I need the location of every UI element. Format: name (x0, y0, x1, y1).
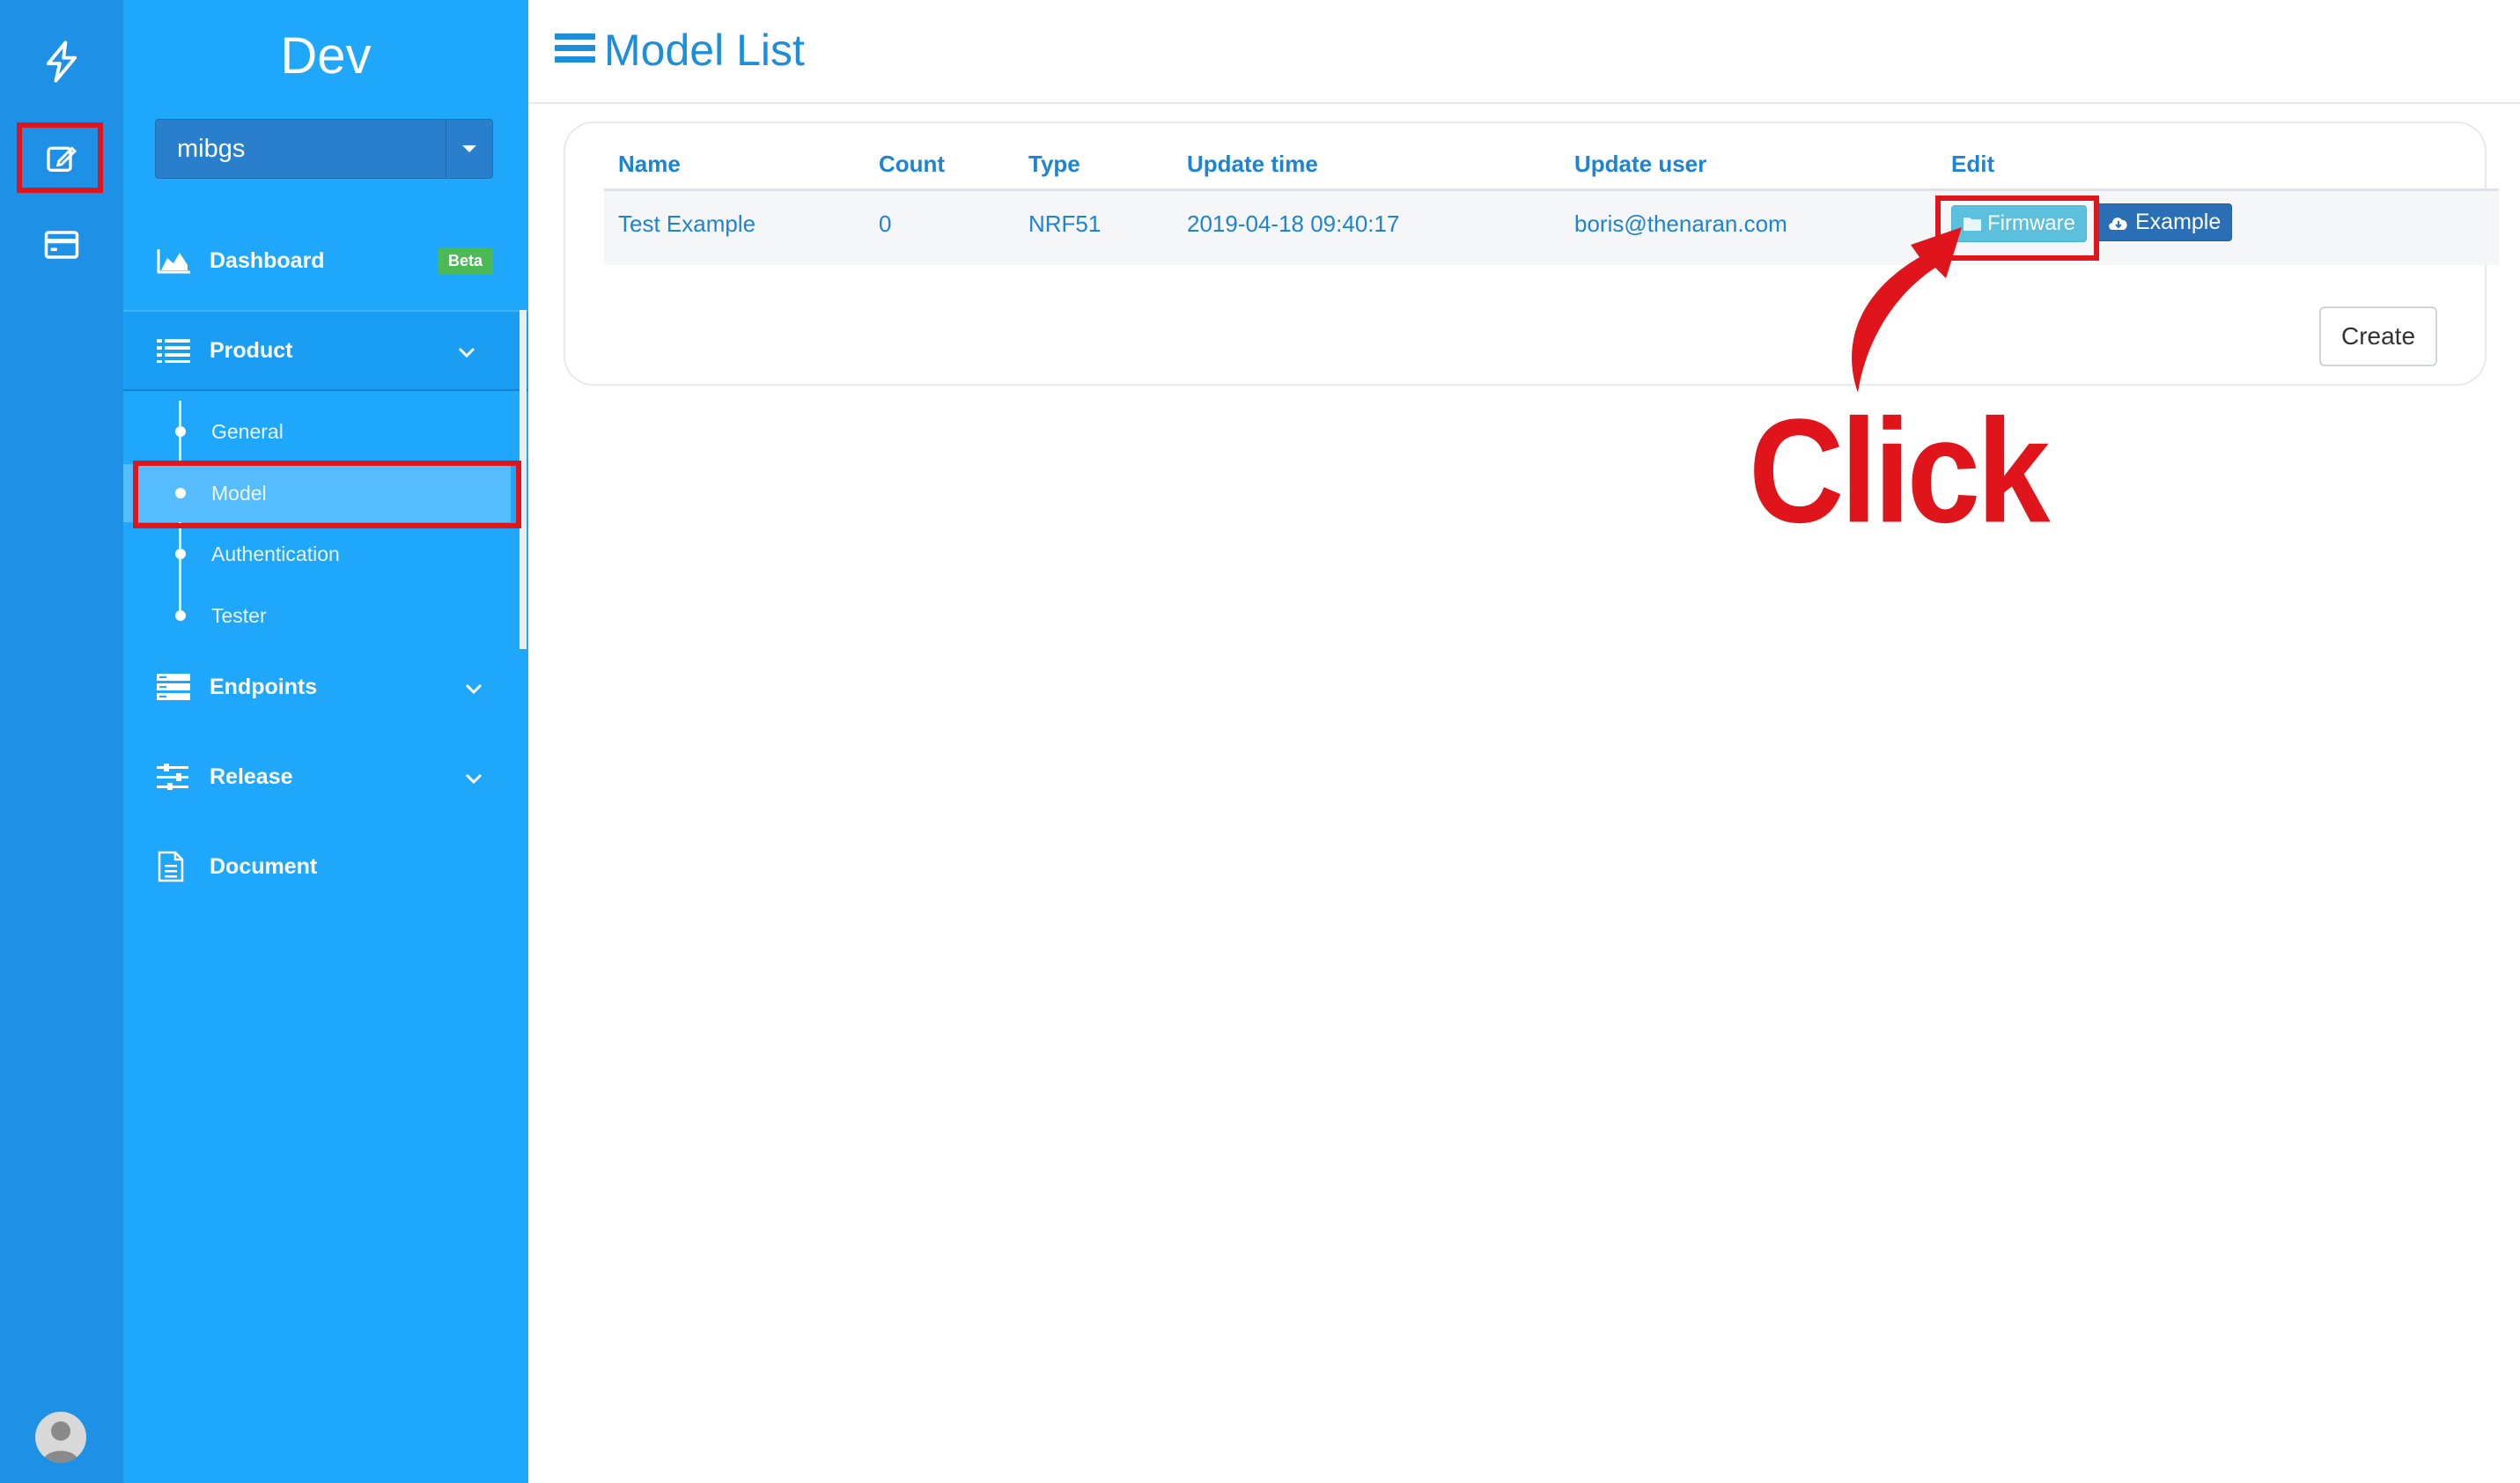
column-header-count: Count (865, 139, 1014, 191)
sidebar-item-endpoints[interactable]: Endpoints (123, 645, 528, 729)
column-header-name: Name (604, 139, 865, 191)
brand-title: Dev (280, 27, 372, 85)
column-header-update-time: Update time (1173, 139, 1560, 191)
beta-badge: Beta (437, 247, 493, 275)
sidebar-item-dashboard[interactable]: Dashboard Beta (123, 218, 528, 303)
project-select-value: mibgs (177, 134, 246, 163)
sidebar-item-label: Dashboard (210, 247, 325, 273)
tree-node-dot (175, 610, 186, 621)
example-button-label: Example (2135, 210, 2222, 234)
sidebar: Dev mibgs Dashboard Beta Product General… (123, 0, 528, 1483)
subnav-label: Tester (211, 603, 267, 627)
create-button[interactable]: Create (2319, 306, 2437, 366)
tree-node-dot (175, 549, 186, 559)
sliders-icon (157, 762, 195, 792)
click-annotation-text: Click (1749, 387, 2051, 554)
cell-update-time: 2019-04-18 09:40:17 (1173, 189, 1560, 265)
user-avatar[interactable] (35, 1412, 86, 1463)
card-icon[interactable] (0, 220, 123, 269)
sidebar-item-label: Product (210, 337, 293, 363)
chart-area-icon (157, 246, 195, 276)
column-header-update-user: Update user (1560, 139, 1937, 191)
cell-type: NRF51 (1014, 189, 1173, 265)
project-select[interactable]: mibgs (155, 119, 493, 179)
cloud-download-icon (2109, 217, 2127, 230)
column-header-type: Type (1014, 139, 1173, 191)
subnav-item-tester[interactable]: Tester (123, 587, 511, 645)
sidebar-item-document[interactable]: Document (123, 824, 528, 909)
icon-rail (0, 0, 123, 1483)
model-highlight-box (133, 461, 521, 528)
main-header: Model List (528, 0, 2520, 104)
table-row: Test Example 0 NRF51 2019-04-18 09:40:17… (604, 189, 2499, 265)
subnav-item-authentication[interactable]: Authentication (123, 525, 511, 583)
rail-highlight-box (17, 122, 103, 193)
list-icon (157, 336, 195, 365)
example-button[interactable]: Example (2096, 203, 2233, 241)
subnav-item-general[interactable]: General (123, 402, 511, 461)
column-header-edit: Edit (1937, 139, 2499, 191)
table-header-row: Name Count Type Update time Update user … (604, 139, 2499, 191)
sidebar-item-label: Endpoints (210, 674, 318, 699)
sidebar-item-release[interactable]: Release (123, 734, 528, 819)
chevron-down-icon (465, 764, 483, 790)
sidebar-item-label: Document (210, 853, 318, 879)
menu-icon[interactable] (555, 25, 595, 76)
chevron-down-icon (465, 675, 483, 700)
subnav-label: General (211, 419, 284, 443)
page-title-text: Model List (604, 26, 805, 75)
server-icon (157, 672, 195, 702)
document-icon (157, 851, 195, 882)
subnav-label: Authentication (211, 542, 340, 565)
curved-arrow-annotation (1852, 227, 1962, 393)
cell-count: 0 (865, 189, 1014, 265)
sidebar-item-label: Release (210, 764, 293, 789)
caret-down-icon[interactable] (446, 120, 492, 178)
sidebar-item-product[interactable]: Product (123, 310, 528, 391)
tree-node-dot (175, 426, 186, 437)
lightning-icon[interactable] (0, 35, 123, 88)
chevron-down-icon (458, 338, 475, 364)
model-table: Name Count Type Update time Update user … (604, 139, 2499, 265)
page-title: Model List (555, 25, 805, 76)
cell-name[interactable]: Test Example (604, 189, 865, 265)
